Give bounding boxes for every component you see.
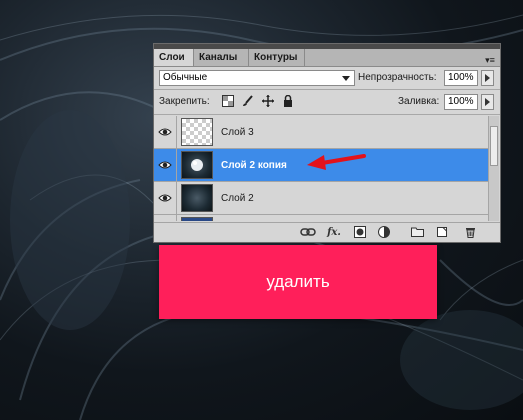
lock-fill-row: Закрепить: Заливка: 100% [154,91,500,113]
divider [176,215,177,221]
new-layer-icon[interactable] [435,226,449,239]
blend-mode-value: Обычные [163,72,208,83]
lock-icons-group [222,94,299,109]
lock-label: Закрепить: [159,96,210,107]
opacity-input[interactable]: 100% [444,70,478,86]
lock-transparency-icon[interactable] [222,95,234,108]
fx-icon[interactable]: fx. [325,226,343,239]
layer-row[interactable]: Слой 2 [154,182,488,215]
layers-panel: Слои Каналы Контуры ▾≡ Обычные Непрозрач… [153,43,501,243]
divider [176,149,177,182]
layer-name[interactable]: Слой 2 копия [221,149,287,182]
panel-tab-bar: Слои Каналы Контуры ▾≡ [154,49,500,67]
opacity-label: Непрозрачность: [358,72,437,83]
lock-move-icon[interactable] [262,95,275,108]
link-icon[interactable] [300,226,316,239]
divider [154,114,500,115]
layer-name[interactable]: Слой 2 [221,182,254,215]
group-icon[interactable] [410,226,424,239]
mask-icon[interactable] [353,226,367,239]
divider [176,182,177,215]
lock-all-icon[interactable] [282,94,294,108]
tab-paths[interactable]: Контуры [249,49,305,66]
delete-button[interactable]: удалить [159,245,437,319]
layers-bottom-toolbar: fx. [154,222,500,243]
opacity-slider-arrow-icon[interactable] [481,70,494,86]
blend-mode-select[interactable]: Обычные [159,70,355,86]
circle-thumbnail-icon [191,159,203,171]
eye-icon[interactable] [158,158,172,172]
adjustment-icon[interactable] [377,226,391,239]
panel-menu-icon[interactable]: ▾≡ [484,54,496,66]
trash-icon[interactable] [463,226,477,239]
red-pointer-arrow-icon [307,154,366,170]
layer-row-partial[interactable] [154,215,488,221]
lock-brush-icon[interactable] [242,95,254,107]
eye-icon[interactable] [158,125,172,139]
divider [176,116,177,149]
layer-thumbnail [181,184,213,212]
layer-thumbnail [181,151,213,179]
divider [154,89,500,90]
layer-thumbnail [181,217,213,221]
layer-thumbnail [181,118,213,146]
tab-layers[interactable]: Слои [154,49,194,66]
chevron-down-icon [342,76,350,81]
scrollbar-thumb[interactable] [490,126,498,166]
fill-input[interactable]: 100% [444,94,478,110]
fill-label: Заливка: [398,96,440,107]
blend-opacity-row: Обычные Непрозрачность: 100% [154,67,500,89]
tab-channels[interactable]: Каналы [194,49,249,66]
layer-name[interactable]: Слой 3 [221,116,254,149]
layers-scrollbar[interactable] [488,116,499,221]
fill-slider-arrow-icon[interactable] [481,94,494,110]
eye-icon[interactable] [158,191,172,205]
layer-row[interactable]: Слой 3 [154,116,488,149]
